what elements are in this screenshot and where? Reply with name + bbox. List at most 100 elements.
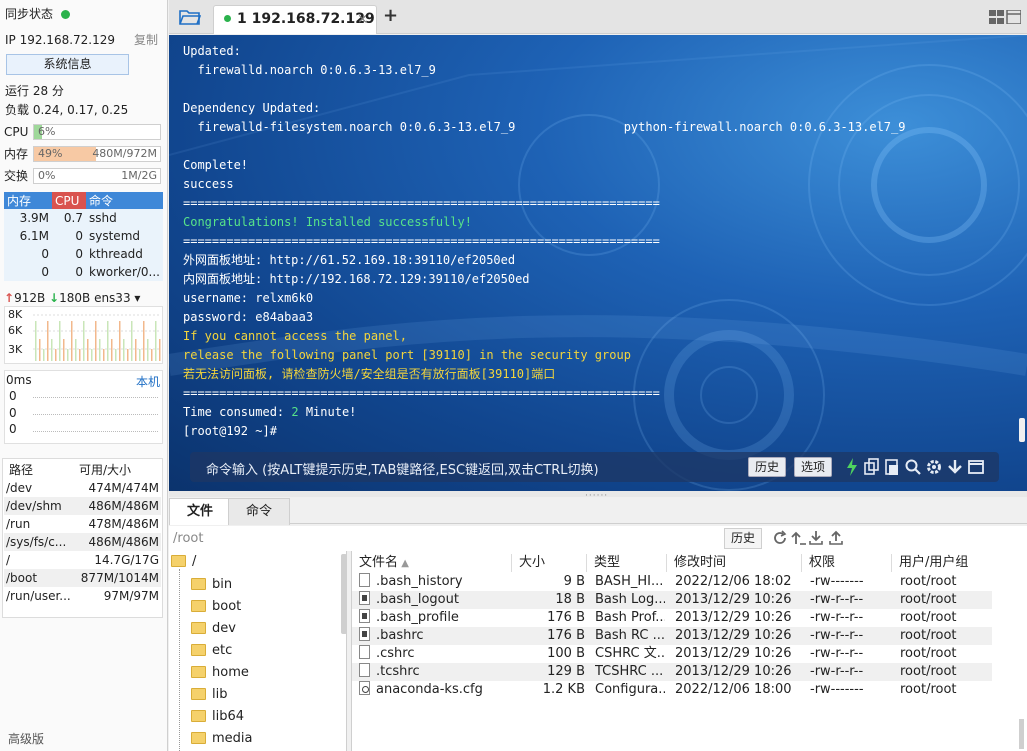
process-row[interactable]: 0 0 kworker/0... [4,263,163,281]
tree-item-boot[interactable]: boot [191,596,241,618]
layout-grid-icon[interactable] [989,10,1021,24]
system-info-button[interactable]: 系统信息 [6,54,129,75]
parent-directory-icon[interactable] [791,530,807,546]
column-header-size[interactable]: 大小 [512,554,587,572]
disk-path: /run/user... [6,589,71,603]
process-header-mem[interactable]: 内存 [4,192,52,209]
disk-table: 路径 可用/大小 /dev 474M/474M /dev/shm 486M/486M… [2,458,163,618]
network-chart: 8K 6K 3K [4,306,163,364]
process-row[interactable]: 3.9M 0.7 sshd [4,209,163,227]
disk-size: 486M/486M [88,535,159,549]
tree-item-lib[interactable]: lib [191,684,227,706]
network-traffic-bar [127,349,129,361]
folder-icon [171,554,186,567]
command-input-bar[interactable]: 命令输入 (按ALT键提示历史,TAB键路径,ESC键返回,双击CTRL切换) … [190,452,999,482]
file-row[interactable]: .bash_profile 176 B Bash Prof... 2013/12/29… [352,609,992,627]
network-traffic-bar [51,339,53,361]
tree-item-dev[interactable]: dev [191,618,236,640]
window-maximize-icon[interactable] [967,457,985,477]
memory-percent: 49% [38,147,63,160]
disk-row[interactable]: /run 478M/486M [4,515,161,533]
file-row[interactable]: .tcshrc 129 B TCSHRC ... 2013/12/29 10:26 -r… [352,663,992,681]
path-input[interactable] [173,529,718,548]
file-type: Bash RC ... [595,628,665,643]
network-header[interactable]: ↑912B ↓180B ens33 ▾ [4,291,140,305]
file-row[interactable]: anaconda-ks.cfg 1.2 KB Configura... 2022/12… [352,681,992,699]
column-header-filename[interactable]: 文件名 ▲ [352,554,512,572]
copy-ip-link[interactable]: 复制 [134,31,158,49]
file-row[interactable]: .bashrc 176 B Bash RC ... 2013/12/29 10:26 -… [352,627,992,645]
open-folder-icon[interactable] [179,8,201,26]
disk-size: 877M/1014M [80,571,159,585]
add-tab-button[interactable]: + [383,5,398,26]
ip-row: IP 192.168.72.129 复制 [5,31,162,49]
ping-latency: 0ms [6,373,32,387]
disk-row[interactable]: / 14.7G/17G [4,551,161,569]
process-header-cmd[interactable]: 命令 [86,192,163,209]
tab-session-1[interactable]: 1 192.168.72.129 × [213,5,377,34]
column-header-permission[interactable]: 权限 [802,554,892,572]
paste-icon[interactable] [883,457,901,477]
download-arrow-icon[interactable] [946,457,964,477]
network-traffic-bar [55,349,57,361]
refresh-icon[interactable] [772,530,788,546]
sync-status[interactable]: 同步状态 [5,5,162,23]
copy-icon[interactable] [863,457,881,477]
file-list-scrollbar[interactable] [1019,719,1024,749]
tree-item-bin[interactable]: bin [191,574,232,596]
disk-row[interactable]: /dev 474M/474M [4,479,161,497]
process-cpu: 0.7 [52,209,86,227]
ping-gridline [33,431,158,432]
command-input-placeholder[interactable]: 命令输入 (按ALT键提示历史,TAB键路径,ESC键返回,双击CTRL切换) [206,459,599,478]
advanced-edition-label[interactable]: 高级版 [8,730,44,747]
column-header-owner[interactable]: 用户/用户组 [892,554,1002,572]
process-cpu: 0 [52,227,86,245]
process-row[interactable]: 6.1M 0 systemd [4,227,163,245]
search-icon[interactable] [904,457,922,477]
file-type: Bash Prof... [595,610,665,625]
disk-path: /boot [6,571,38,585]
command-options-button[interactable]: 选项 [794,457,833,477]
file-icon [359,609,370,623]
tab-files[interactable]: 文件 [169,498,231,525]
column-header-type[interactable]: 类型 [587,554,667,572]
file-row[interactable]: .bash_history 9 B BASH_HI... 2022/12/06 18:… [352,573,992,591]
tree-item-lib64[interactable]: lib64 [191,706,244,728]
tree-item-media[interactable]: media [191,728,253,750]
file-list: 文件名 ▲ 大小 类型 修改时间 权限 用户/用户组 .bash_history… [351,551,1027,751]
tree-scrollbar[interactable] [341,554,347,634]
ping-host-link[interactable]: 本机 [136,373,160,390]
command-history-button[interactable]: 历史 [748,457,787,477]
file-row[interactable]: .cshrc 100 B CSHRC 文... 2013/12/29 10:26 -rw… [352,645,992,663]
path-history-button[interactable]: 历史 [724,528,762,549]
disk-row[interactable]: /run/user... 97M/97M [4,587,161,605]
close-tab-icon[interactable]: × [357,6,368,33]
terminal-line: If you cannot access the panel, [183,329,407,343]
tab-commands[interactable]: 命令 [228,498,290,525]
gear-icon[interactable] [925,457,943,477]
download-icon[interactable] [808,530,824,546]
terminal[interactable]: Updated: firewalld.noarch 0:0.6.3-13.el7… [169,35,1027,491]
ip-address: IP 192.168.72.129 [5,33,116,47]
terminal-scrollbar[interactable] [1019,418,1025,442]
disk-row[interactable]: /dev/shm 486M/486M [4,497,161,515]
tree-item-home[interactable]: home [191,662,249,684]
disk-row[interactable]: /boot 877M/1014M [4,569,161,587]
file-mtime: 2013/12/29 10:26 [675,592,792,607]
tree-item-root[interactable]: / [171,551,196,573]
process-header-cpu[interactable]: CPU [52,192,86,209]
file-type: Configura... [595,682,665,697]
disk-header-size[interactable]: 可用/大小 [79,461,131,479]
disk-header-path[interactable]: 路径 [9,461,33,479]
lightning-icon[interactable] [843,457,861,477]
disk-row[interactable]: /sys/fs/c... 486M/486M [4,533,161,551]
interface-dropdown-icon[interactable]: ▾ [131,291,140,305]
upload-icon[interactable] [828,530,844,546]
file-row[interactable]: .bash_logout 18 B Bash Log... 2013/12/29 10… [352,591,992,609]
process-row[interactable]: 0 0 kthreadd [4,245,163,263]
upload-rate: 912B [14,291,46,305]
tree-item-etc[interactable]: etc [191,640,232,662]
terminal-line: Congratulations! Installed successfully! [183,215,472,229]
network-traffic-bar [83,321,85,361]
column-header-mtime[interactable]: 修改时间 [667,554,802,572]
